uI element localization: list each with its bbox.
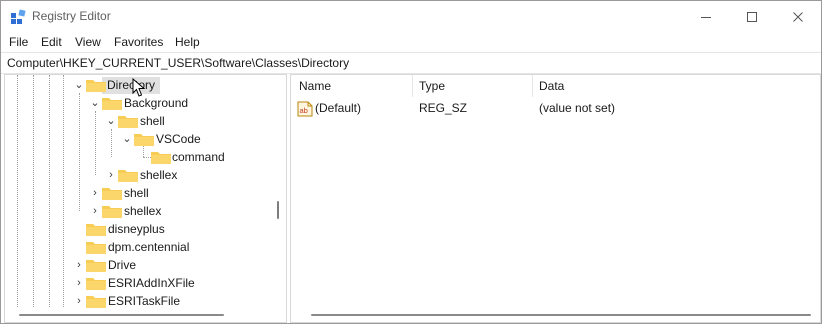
collapse-chevron-icon[interactable]: ⌄ xyxy=(73,79,85,91)
maximize-button[interactable] xyxy=(729,1,775,32)
folder-icon xyxy=(86,278,106,290)
menu-help[interactable]: Help xyxy=(175,35,200,49)
title-bar: Registry Editor xyxy=(1,1,821,32)
mouse-cursor-icon xyxy=(132,78,146,97)
folder-icon xyxy=(86,80,106,92)
collapse-chevron-icon[interactable]: ⌄ xyxy=(105,115,117,127)
column-header-data[interactable]: Data xyxy=(539,75,739,97)
tree-guide-line xyxy=(111,129,112,157)
values-list-pane[interactable]: Name Type Data ab (Default) REG_SZ (valu… xyxy=(290,74,821,323)
close-icon xyxy=(793,11,803,22)
expand-chevron-icon[interactable]: › xyxy=(89,205,101,217)
folder-icon xyxy=(86,260,106,272)
column-header-name[interactable]: Name xyxy=(299,75,409,97)
tree-node-esritaskfile[interactable]: ESRITaskFile xyxy=(108,294,180,308)
tree-node-disneyplus[interactable]: disneyplus xyxy=(108,222,165,236)
column-header-type[interactable]: Type xyxy=(419,75,529,97)
expand-chevron-icon[interactable]: › xyxy=(89,187,101,199)
folder-icon xyxy=(102,188,122,200)
tree-node-command[interactable]: command xyxy=(172,150,225,164)
folder-icon xyxy=(86,224,106,236)
tree-node-shell[interactable]: shell xyxy=(124,186,149,200)
tree-node-background[interactable]: Background xyxy=(124,96,188,110)
menu-bar: File Edit View Favorites Help xyxy=(1,32,821,52)
tree-node-directory[interactable]: Directory xyxy=(107,78,155,92)
tree-node-shell[interactable]: shell xyxy=(140,114,165,128)
tree-node-dpm-centennial[interactable]: dpm.centennial xyxy=(108,240,189,254)
key-tree-pane[interactable]: ⌄ Directory ⌄ Background ⌄ shell ⌄ VSCod… xyxy=(4,74,287,323)
list-horizontal-scrollbar[interactable] xyxy=(311,314,811,316)
folder-icon xyxy=(151,152,171,164)
menu-view[interactable]: View xyxy=(75,35,101,49)
tree-guide-line xyxy=(63,75,64,307)
tree-guide-line xyxy=(95,111,96,175)
close-button[interactable] xyxy=(775,1,821,32)
value-name[interactable]: (Default) xyxy=(315,101,361,115)
expand-chevron-icon[interactable]: › xyxy=(73,295,85,307)
minimize-button[interactable] xyxy=(683,1,729,32)
folder-icon xyxy=(102,206,122,218)
tree-vertical-scrollbar[interactable] xyxy=(277,201,279,219)
value-type: REG_SZ xyxy=(419,101,468,115)
folder-icon xyxy=(118,170,138,182)
tree-guide-line xyxy=(33,75,34,307)
column-divider[interactable] xyxy=(412,75,413,97)
column-divider[interactable] xyxy=(532,75,533,97)
registry-editor-window: Registry Editor File Edit View Favorites… xyxy=(0,0,822,324)
tree-guide-line xyxy=(143,157,151,158)
tree-node-shellex[interactable]: shellex xyxy=(124,204,161,218)
string-value-icon: ab xyxy=(297,101,313,117)
tree-node-drive[interactable]: Drive xyxy=(108,258,136,272)
tree-guide-line xyxy=(143,145,144,157)
minimize-icon xyxy=(701,16,711,18)
address-path[interactable]: Computer\HKEY_CURRENT_USER\Software\Clas… xyxy=(7,56,349,70)
folder-icon xyxy=(86,242,106,254)
svg-text:ab: ab xyxy=(300,106,308,115)
registry-editor-icon xyxy=(11,9,26,24)
collapse-chevron-icon[interactable]: ⌄ xyxy=(121,133,133,145)
maximize-icon xyxy=(747,11,757,22)
tree-guide-line xyxy=(17,75,18,307)
folder-icon xyxy=(134,134,154,146)
tree-guide-line xyxy=(49,75,50,307)
menu-edit[interactable]: Edit xyxy=(41,35,62,49)
folder-icon xyxy=(118,116,138,128)
menu-favorites[interactable]: Favorites xyxy=(114,35,163,49)
expand-chevron-icon[interactable]: › xyxy=(73,277,85,289)
collapse-chevron-icon[interactable]: ⌄ xyxy=(89,97,101,109)
tree-guide-line xyxy=(79,93,80,211)
menu-file[interactable]: File xyxy=(9,35,28,49)
tree-horizontal-scrollbar[interactable] xyxy=(19,314,224,316)
expand-chevron-icon[interactable]: › xyxy=(105,169,117,181)
expand-chevron-icon[interactable]: › xyxy=(73,259,85,271)
folder-icon xyxy=(86,296,106,308)
folder-icon xyxy=(102,98,122,110)
address-bar[interactable]: Computer\HKEY_CURRENT_USER\Software\Clas… xyxy=(1,52,821,74)
tree-node-shellex[interactable]: shellex xyxy=(140,168,177,182)
value-data: (value not set) xyxy=(539,101,616,115)
window-title: Registry Editor xyxy=(32,9,111,23)
tree-node-vscode[interactable]: VSCode xyxy=(156,132,201,146)
tree-node-esriaddinxfile[interactable]: ESRIAddInXFile xyxy=(108,276,195,290)
